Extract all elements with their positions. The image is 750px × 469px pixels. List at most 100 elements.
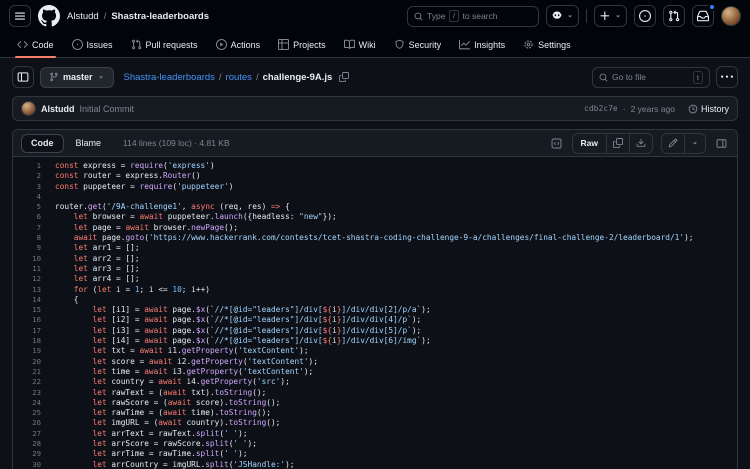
line-number[interactable]: 15 [13,305,55,315]
code-line: 10 let arr2 = []; [13,254,737,264]
tab-code[interactable]: Code [10,32,61,57]
line-number[interactable]: 7 [13,223,55,233]
create-new-button[interactable] [594,5,627,27]
tab-security[interactable]: Security [387,32,449,57]
symbols-button[interactable] [549,136,564,151]
path-repo-link[interactable]: Shastra-leaderboards [124,72,215,83]
line-number[interactable]: 12 [13,274,55,284]
clock-history-icon [688,104,698,114]
tab-blame-view[interactable]: Blame [66,134,112,153]
line-number[interactable]: 24 [13,398,55,408]
file-meta: 114 lines (109 loc) · 4.81 KB [123,138,230,148]
code-line: 9 let arr1 = []; [13,243,737,253]
line-number[interactable]: 4 [13,192,55,202]
tab-insights[interactable]: Insights [452,32,512,57]
edit-dropdown-button[interactable] [684,134,705,153]
code-icon [17,39,28,50]
outline-panel-toggle-button[interactable] [714,136,729,151]
tab-settings[interactable]: Settings [516,32,578,57]
breadcrumb-owner-link[interactable]: Alstudd [67,11,99,22]
breadcrumb-repo-link[interactable]: Shastra-leaderboards [111,11,209,22]
line-number[interactable]: 17 [13,326,55,336]
code-text: let rawText = (await txt).toString(); [55,388,266,398]
code-line: 25 let rawTime = (await time).toString()… [13,408,737,418]
line-number[interactable]: 1 [13,161,55,171]
tab-wiki[interactable]: Wiki [337,32,383,57]
inbox-icon [697,10,709,22]
line-number[interactable]: 6 [13,212,55,222]
pull-requests-dashboard-button[interactable] [663,5,685,27]
line-number[interactable]: 28 [13,439,55,449]
raw-button[interactable]: Raw [573,134,606,153]
line-number[interactable]: 16 [13,315,55,325]
commit-message-link[interactable]: Initial Commit [80,104,135,114]
copy-file-button[interactable] [606,134,629,153]
branch-selector-button[interactable]: master [40,67,114,88]
raw-actions-group: Raw [572,133,653,154]
commit-sha-link[interactable]: cdb2c7e [584,104,618,113]
line-number[interactable]: 27 [13,429,55,439]
line-number[interactable]: 18 [13,336,55,346]
line-number[interactable]: 26 [13,418,55,428]
tab-pull-requests[interactable]: Pull requests [124,32,205,57]
commit-author-avatar[interactable] [21,101,36,116]
code-line: 16 let [i2] = await page.$x(`//*[@id="le… [13,315,737,325]
copy-icon [613,138,623,148]
path-dir-link[interactable]: routes [226,72,252,83]
line-number[interactable]: 10 [13,254,55,264]
line-number[interactable]: 30 [13,460,55,469]
code-text: let arr2 = []; [55,254,140,264]
tab-code-view[interactable]: Code [21,134,64,153]
code-text: let imgURL = (await country).toString(); [55,418,280,428]
tab-issues[interactable]: Issues [65,32,120,57]
line-number[interactable]: 13 [13,285,55,295]
tab-label: Actions [231,40,261,50]
tab-label: Wiki [359,40,376,50]
search-placeholder-after: to search [463,11,498,21]
line-number[interactable]: 11 [13,264,55,274]
line-number[interactable]: 14 [13,295,55,305]
line-number[interactable]: 25 [13,408,55,418]
line-number[interactable]: 5 [13,202,55,212]
copilot-menu-button[interactable] [546,5,579,27]
notifications-button[interactable] [692,5,714,27]
line-number[interactable]: 8 [13,233,55,243]
code-line: 14 { [13,295,737,305]
tab-actions[interactable]: Actions [209,32,268,57]
line-number[interactable]: 19 [13,346,55,356]
line-number[interactable]: 3 [13,182,55,192]
file-tree-toggle-button[interactable] [12,66,34,88]
path-file-name: challenge-9A.js [263,72,333,83]
line-number[interactable]: 21 [13,367,55,377]
search-icon [599,73,608,82]
line-number[interactable]: 9 [13,243,55,253]
line-number[interactable]: 2 [13,171,55,181]
line-number[interactable]: 29 [13,449,55,459]
code-text: let [i3] = await page.$x(`//*[@id="leade… [55,326,421,336]
edit-button[interactable] [662,134,684,153]
hamburger-menu-button[interactable] [9,5,31,27]
go-to-file-input[interactable]: Go to file t [592,67,710,88]
code-text: { [55,295,78,305]
history-link[interactable]: History [688,104,729,114]
issues-dashboard-button[interactable] [634,5,656,27]
table-icon [278,39,289,50]
line-number[interactable]: 23 [13,388,55,398]
download-button[interactable] [629,134,652,153]
commit-author-link[interactable]: Alstudd [41,104,75,114]
line-number[interactable]: 20 [13,357,55,367]
global-search-input[interactable]: Type / to search [407,6,539,27]
tab-projects[interactable]: Projects [271,32,333,57]
github-logo[interactable] [38,5,60,27]
edit-actions-group [661,133,706,154]
tab-label: Issues [87,40,113,50]
copy-path-button[interactable] [339,72,349,82]
more-options-button[interactable] [716,66,738,88]
code-text: let arrText = rawText.split(' '); [55,429,248,439]
code-line: 17 let [i3] = await page.$x(`//*[@id="le… [13,326,737,336]
line-number[interactable]: 22 [13,377,55,387]
user-avatar[interactable] [721,6,741,26]
code-text: let rawScore = (await score).toString(); [55,398,280,408]
chevron-down-icon [614,12,622,20]
code-line: 7 let page = await browser.newPage(); [13,223,737,233]
